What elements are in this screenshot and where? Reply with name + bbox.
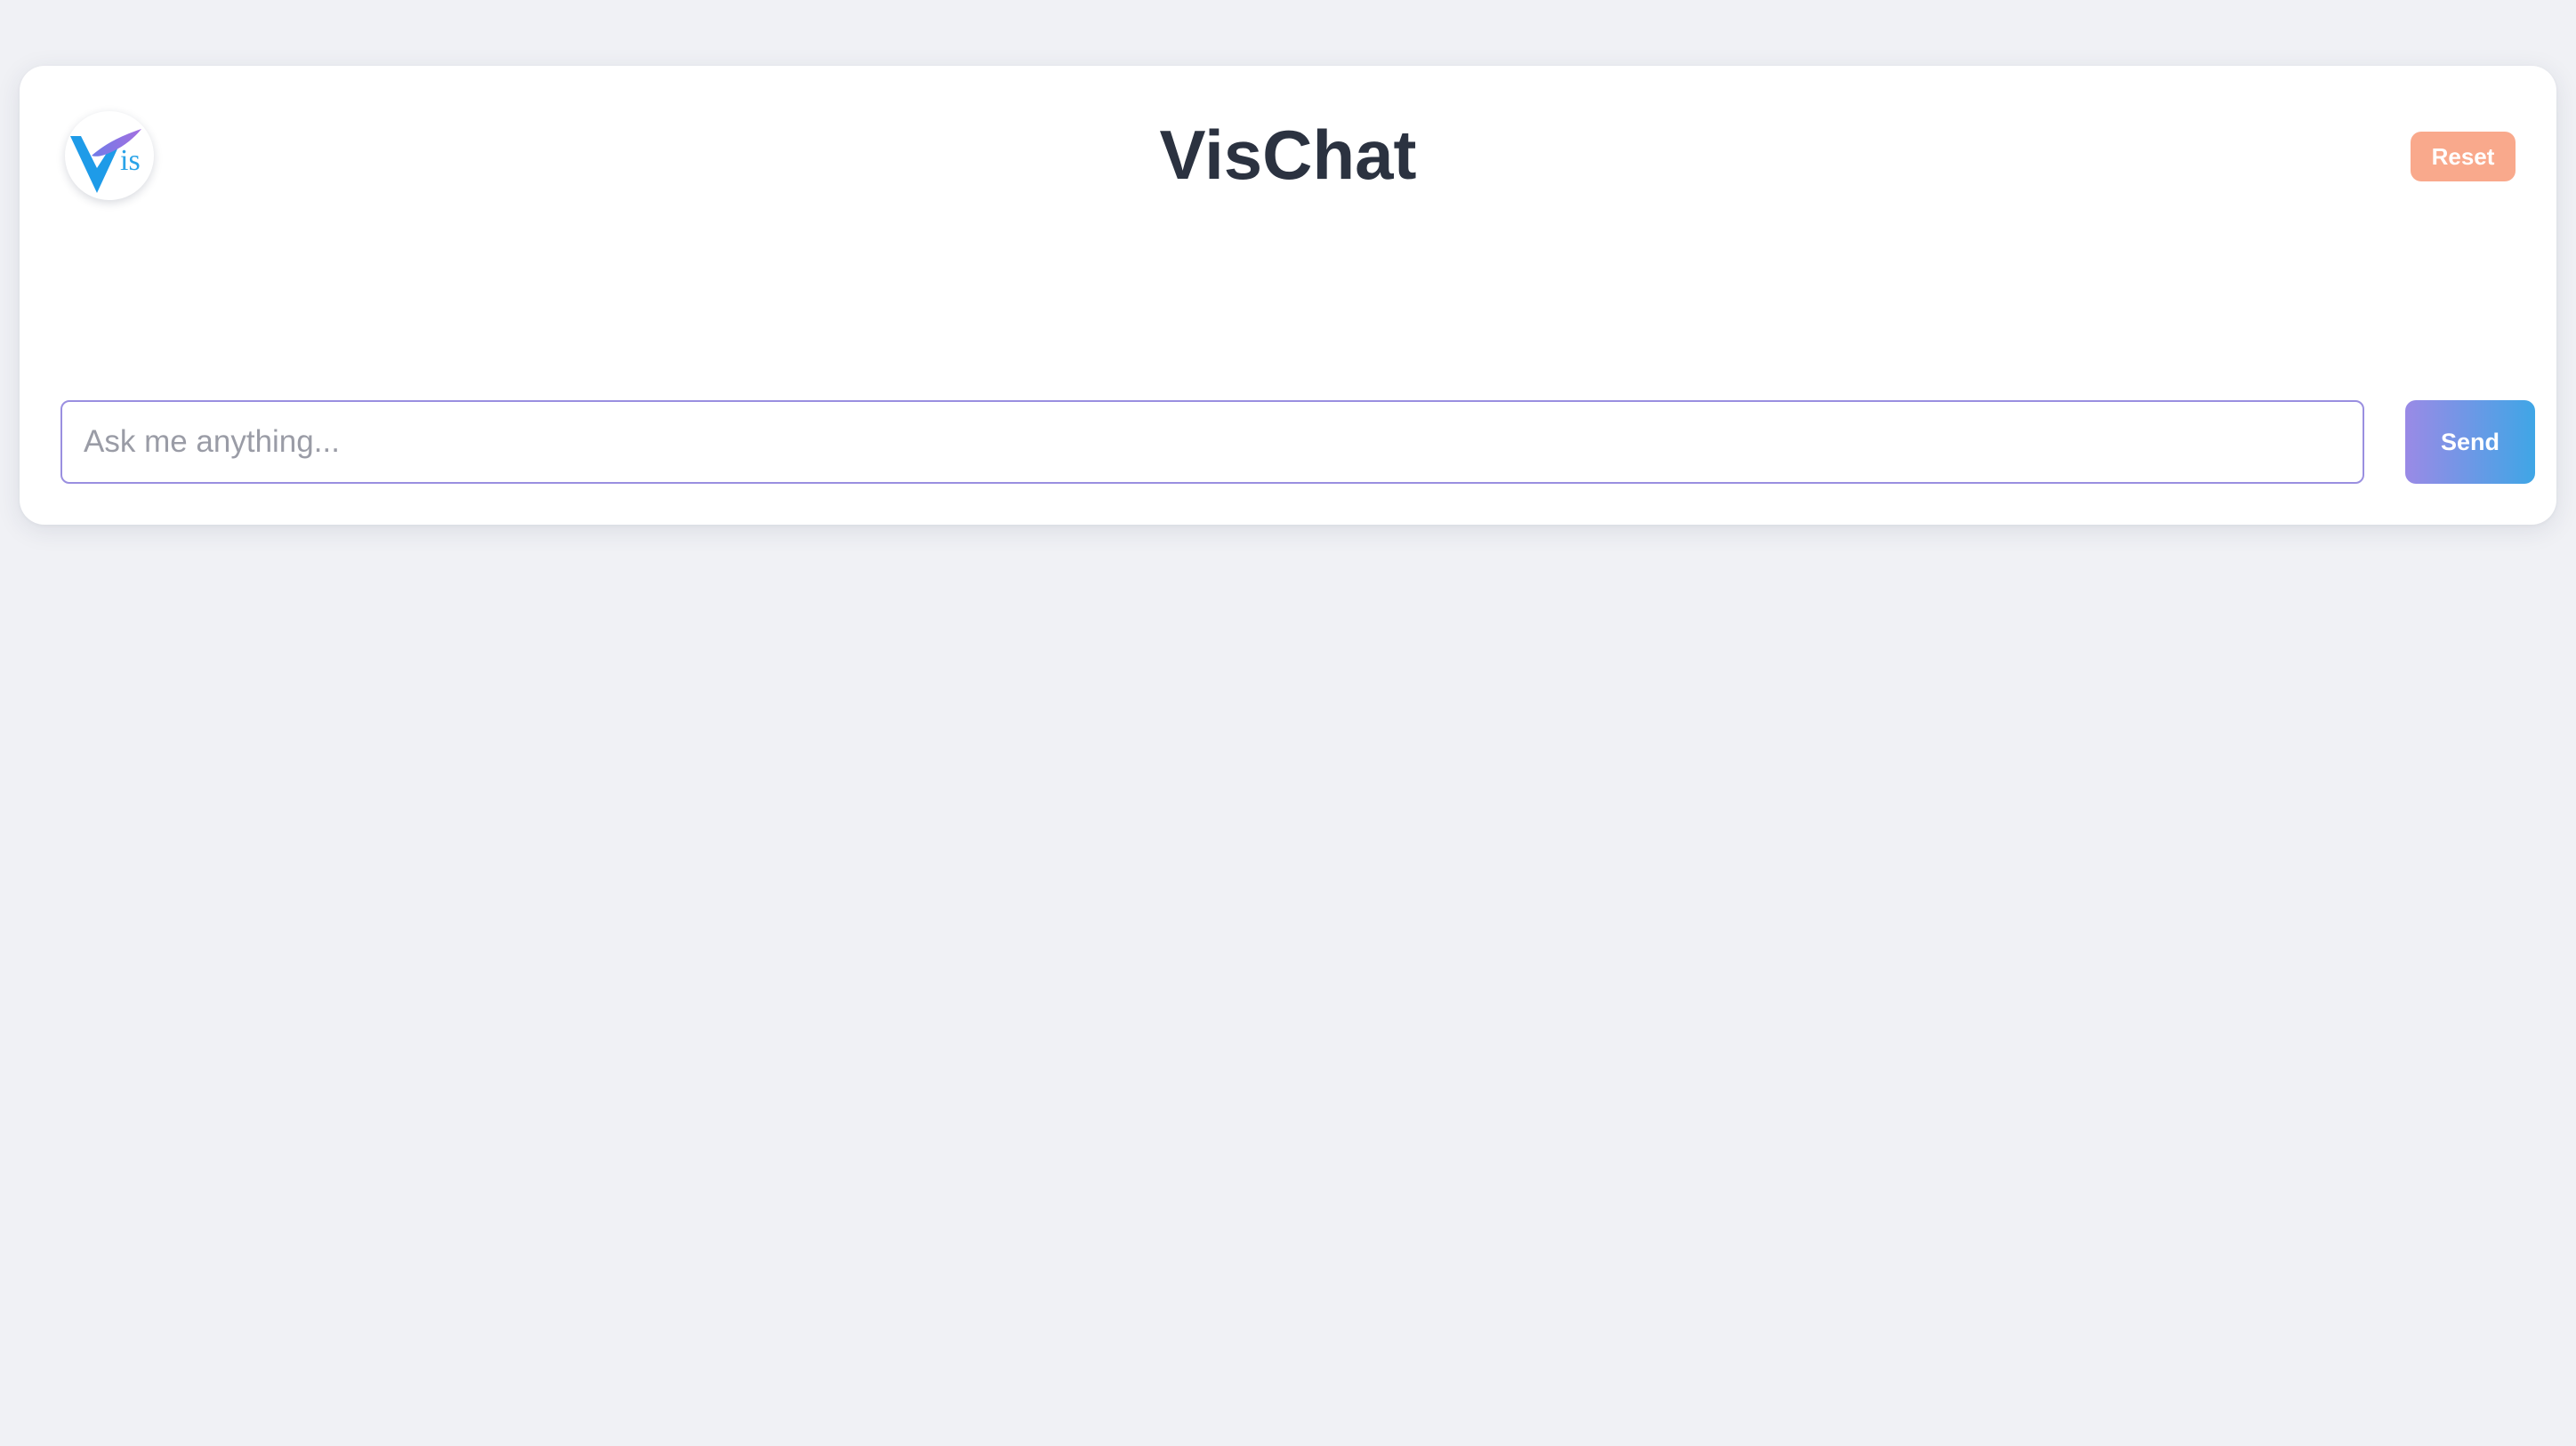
composer: Send (60, 400, 2535, 484)
page-title: VisChat (1159, 116, 1417, 194)
reset-button[interactable]: Reset (2411, 132, 2516, 181)
send-button[interactable]: Send (2405, 400, 2535, 484)
chat-input[interactable] (60, 400, 2364, 484)
chat-card: is VisChat Reset Send (20, 66, 2556, 525)
